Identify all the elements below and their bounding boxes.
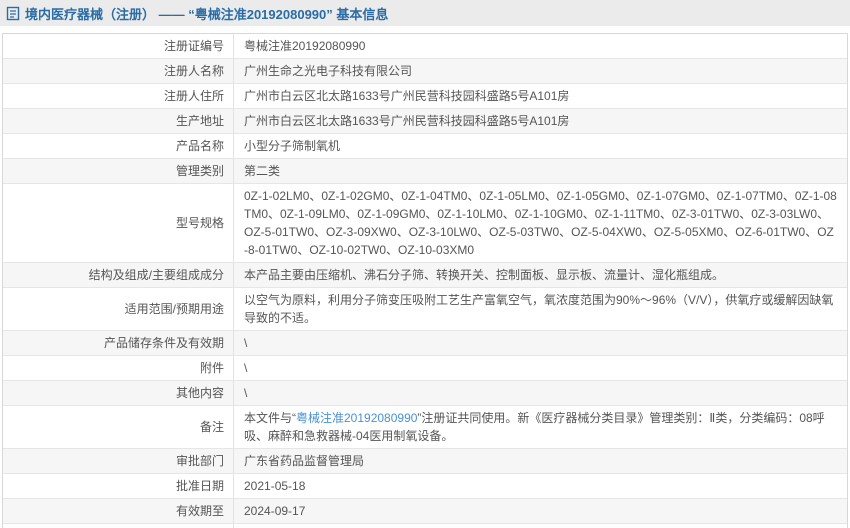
row-label: 注册证编号: [3, 34, 234, 58]
registration-info-table: 注册证编号 粤械注准20192080990 注册人名称 广州生命之光电子科技有限…: [2, 33, 848, 528]
row-value: 本文件与“粤械注准20192080990”注册证共同使用。新《医疗器械分类目录》…: [244, 409, 837, 445]
row-certificate-number: 注册证编号 粤械注准20192080990: [3, 34, 847, 59]
row-model-specs: 型号规格 0Z-1-02LM0、0Z-1-02GM0、0Z-1-04TM0、0Z…: [3, 184, 847, 263]
row-label: 适用范围/预期用途: [3, 288, 234, 330]
row-label: 生产地址: [3, 109, 234, 133]
row-value: 广州市白云区北太路1633号广州民营科技园科盛路5号A101房: [244, 87, 569, 105]
row-approval-department: 审批部门 广东省药品监督管理局: [3, 449, 847, 474]
row-value: 广州市白云区北太路1633号广州民营科技园科盛路5号A101房: [244, 112, 569, 130]
row-label: 其他内容: [3, 381, 234, 405]
row-approval-date: 批准日期 2021-05-18: [3, 474, 847, 499]
row-label: 批准日期: [3, 474, 234, 498]
page-title: 境内医疗器械（注册） —— “粤械注准20192080990” 基本信息: [25, 4, 388, 23]
row-value: 0Z-1-02LM0、0Z-1-02GM0、0Z-1-04TM0、0Z-1-05…: [244, 187, 837, 259]
row-value: 小型分子筛制氧机: [244, 137, 340, 155]
row-label: 注册人住所: [3, 84, 234, 108]
row-label: 有效期至: [3, 499, 234, 523]
row-value: 以空气为原料，利用分子筛变压吸附工艺生产富氧空气，氧浓度范围为90%～96%（V…: [244, 291, 837, 327]
row-label: 型号规格: [3, 184, 234, 262]
row-value: 第二类: [244, 162, 280, 180]
row-value: 广州生命之光电子科技有限公司: [244, 62, 412, 80]
row-label: 注册人名称: [3, 59, 234, 83]
row-value: \: [244, 359, 247, 377]
row-label: 管理类别: [3, 159, 234, 183]
page-header: 境内医疗器械（注册） —— “粤械注准20192080990” 基本信息: [0, 0, 850, 26]
row-label: 产品储存条件及有效期: [3, 331, 234, 355]
row-label: 附件: [3, 356, 234, 380]
row-label: 结构及组成/主要组成成分: [3, 263, 234, 287]
row-valid-until: 有效期至 2024-09-17: [3, 499, 847, 524]
row-remarks: 备注 本文件与“粤械注准20192080990”注册证共同使用。新《医疗器械分类…: [3, 406, 847, 449]
row-value: 2024-09-17: [244, 502, 305, 520]
row-production-address: 生产地址 广州市白云区北太路1633号广州民营科技园科盛路5号A101房: [3, 109, 847, 134]
row-management-category: 管理类别 第二类: [3, 159, 847, 184]
row-label: 备注: [3, 406, 234, 448]
row-registrant-address: 注册人住所 广州市白云区北太路1633号广州民营科技园科盛路5号A101房: [3, 84, 847, 109]
remarks-certificate-link[interactable]: 粤械注准20192080990: [296, 411, 417, 425]
remarks-text-before: 本文件与“: [244, 411, 296, 425]
row-value: 本产品主要由压缩机、沸石分子筛、转换开关、控制面板、显示板、流量计、湿化瓶组成。: [244, 266, 724, 284]
row-intended-use: 适用范围/预期用途 以空气为原料，利用分子筛变压吸附工艺生产富氧空气，氧浓度范围…: [3, 288, 847, 331]
row-label: 产品名称: [3, 134, 234, 158]
row-product-name: 产品名称 小型分子筛制氧机: [3, 134, 847, 159]
row-other-content: 其他内容 \: [3, 381, 847, 406]
row-attachments: 附件 \: [3, 356, 847, 381]
document-icon: [6, 6, 20, 21]
row-value: \: [244, 384, 247, 402]
row-value: 广东省药品监督管理局: [244, 452, 364, 470]
row-value: 2021-05-18: [244, 477, 305, 495]
row-label: 变更情况: [3, 524, 234, 528]
row-storage-conditions: 产品储存条件及有效期 \: [3, 331, 847, 356]
row-change-status: 变更情况: [3, 524, 847, 528]
row-label: 审批部门: [3, 449, 234, 473]
row-registrant-name: 注册人名称 广州生命之光电子科技有限公司: [3, 59, 847, 84]
row-value: \: [244, 334, 247, 352]
row-value: 粤械注准20192080990: [244, 37, 365, 55]
row-composition: 结构及组成/主要组成成分 本产品主要由压缩机、沸石分子筛、转换开关、控制面板、显…: [3, 263, 847, 288]
